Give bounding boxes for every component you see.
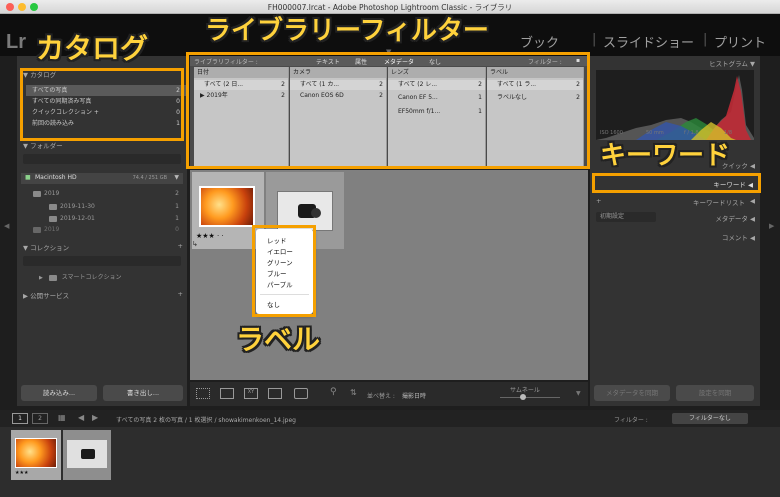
collapse-icon[interactable]: ◀: [750, 215, 755, 223]
collapse-icon[interactable]: ◀: [750, 234, 755, 242]
folders-header[interactable]: フォルダー: [30, 142, 63, 150]
filmstrip-filter-label: フィルター :: [614, 417, 648, 424]
add-keyword-icon[interactable]: +: [596, 197, 601, 205]
volume-row[interactable]: ■ Macintosh HD 74.4 / 251 GB ▼: [21, 173, 183, 184]
right-panel: ヒストグラム ▼ ISO 1600 50 mm f / 1.8 1/8 クイック…: [590, 56, 760, 406]
filmstrip: ★★★: [0, 427, 780, 497]
smart-collection-icon: [48, 274, 57, 281]
label-menu-highlight: [252, 225, 316, 317]
loupe-view-icon[interactable]: [220, 388, 234, 399]
module-book[interactable]: ブック: [520, 32, 559, 51]
filmstrip-thumb[interactable]: [63, 430, 111, 480]
photo-thumbnail[interactable]: [199, 186, 255, 227]
triangle-right-icon: ▶: [39, 275, 43, 281]
back-arrow-icon[interactable]: ◀: [78, 413, 84, 422]
folder-row[interactable]: 2019-12-01 1: [49, 213, 179, 224]
collection-search-field[interactable]: [23, 256, 181, 266]
annotation-library-filter: ライブラリーフィルター: [205, 16, 489, 46]
sync-settings-button[interactable]: 設定を同期: [676, 385, 754, 401]
filmstrip-bar: 1 2 ▦ ◀ ▶ すべての写真 2 枚の写真 / 1 枚選択 / showak…: [0, 410, 780, 427]
thumbnail-size-slider[interactable]: [500, 394, 560, 400]
display-2-button[interactable]: 2: [32, 413, 48, 424]
toolbar-menu-icon[interactable]: ▼: [576, 390, 581, 397]
volume-status-icon: ■: [25, 174, 31, 181]
filmstrip-filter-dropdown[interactable]: フィルターなし: [672, 413, 748, 424]
sort-direction-icon[interactable]: ⇅: [350, 388, 357, 397]
filmstrip-thumb-selected[interactable]: ★★★: [11, 430, 61, 480]
publish-services-header[interactable]: 公開サービス: [30, 292, 69, 300]
export-button[interactable]: 書き出し...: [103, 385, 183, 401]
filmstrip-rating-stars: ★★★: [15, 470, 29, 476]
right-panel-collapse-icon[interactable]: ▶: [769, 222, 774, 230]
keyword-list-header[interactable]: キーワードリスト: [693, 197, 745, 207]
sort-label: 並べ替え :: [367, 393, 395, 400]
painter-icon[interactable]: ⚲: [330, 387, 337, 397]
lightroom-logo: Lr: [6, 31, 26, 53]
display-1-button[interactable]: 1: [12, 413, 28, 424]
sync-metadata-button[interactable]: メタデータを同期: [594, 385, 670, 401]
annotation-catalog: カタログ: [36, 32, 149, 65]
metadata-header[interactable]: メタデータ: [715, 215, 748, 223]
collapse-icon[interactable]: ▼: [750, 60, 755, 68]
publish-collapse-icon[interactable]: ▶: [23, 292, 28, 300]
module-slideshow[interactable]: スライドショー: [603, 32, 694, 51]
slider-handle[interactable]: [520, 394, 526, 400]
add-collection-icon[interactable]: +: [178, 242, 183, 250]
edit-badge-icon: ↳: [192, 240, 198, 248]
grid-icon[interactable]: ▦: [58, 413, 66, 422]
folder-row[interactable]: 2019-11-30 1: [49, 201, 179, 212]
rating-stars[interactable]: ★★★ · ·: [196, 232, 224, 240]
people-view-icon[interactable]: [294, 388, 308, 399]
folder-row[interactable]: 2019 0: [33, 224, 179, 235]
annotation-label: ラベル: [236, 323, 321, 356]
collapse-icon[interactable]: ◀: [750, 197, 755, 205]
bottom-toolbar: XY ⚲ ⇅ 並べ替え : 撮影日時 サムネール ▼: [190, 382, 588, 406]
thumbnail-label: サムネール: [510, 387, 540, 394]
chevron-down-icon[interactable]: ▼: [174, 174, 179, 181]
folder-icon: [33, 190, 41, 197]
folder-icon: [49, 215, 57, 222]
folder-search-field[interactable]: [23, 154, 181, 164]
sort-dropdown[interactable]: 撮影日時: [402, 391, 426, 400]
folder-icon: [49, 203, 57, 210]
folders-collapse-icon[interactable]: ▼: [23, 142, 28, 150]
histogram: ISO 1600 50 mm f / 1.8 1/8: [596, 70, 754, 140]
annotation-keyword: キーワード: [600, 141, 731, 171]
comments-header[interactable]: コメント: [722, 234, 748, 242]
collapse-icon[interactable]: ◀: [750, 162, 755, 170]
keyword-highlight: [592, 173, 761, 193]
survey-view-icon[interactable]: [268, 388, 282, 399]
collections-collapse-icon[interactable]: ▼: [23, 244, 28, 252]
compare-view-icon[interactable]: XY: [244, 388, 258, 399]
collections-header[interactable]: コレクション: [30, 244, 69, 252]
filmstrip-path: すべての写真 2 枚の写真 / 1 枚選択 / showakimenkoen_1…: [116, 417, 296, 424]
grid-view-icon[interactable]: [196, 388, 210, 399]
add-publish-icon[interactable]: +: [178, 290, 183, 298]
import-button[interactable]: 読み込み...: [21, 385, 97, 401]
smart-collection-row[interactable]: ▶ スマートコレクション: [39, 272, 179, 283]
folder-icon: [33, 226, 41, 233]
forward-arrow-icon[interactable]: ▶: [92, 413, 98, 422]
histogram-header[interactable]: ヒストグラム: [709, 60, 748, 68]
left-panel-collapse-icon[interactable]: ◀: [4, 222, 9, 230]
folder-row[interactable]: 2019 2: [33, 188, 179, 199]
module-print[interactable]: プリント: [714, 32, 766, 51]
catalog-highlight: [20, 68, 184, 141]
library-filter-highlight: [186, 52, 590, 169]
